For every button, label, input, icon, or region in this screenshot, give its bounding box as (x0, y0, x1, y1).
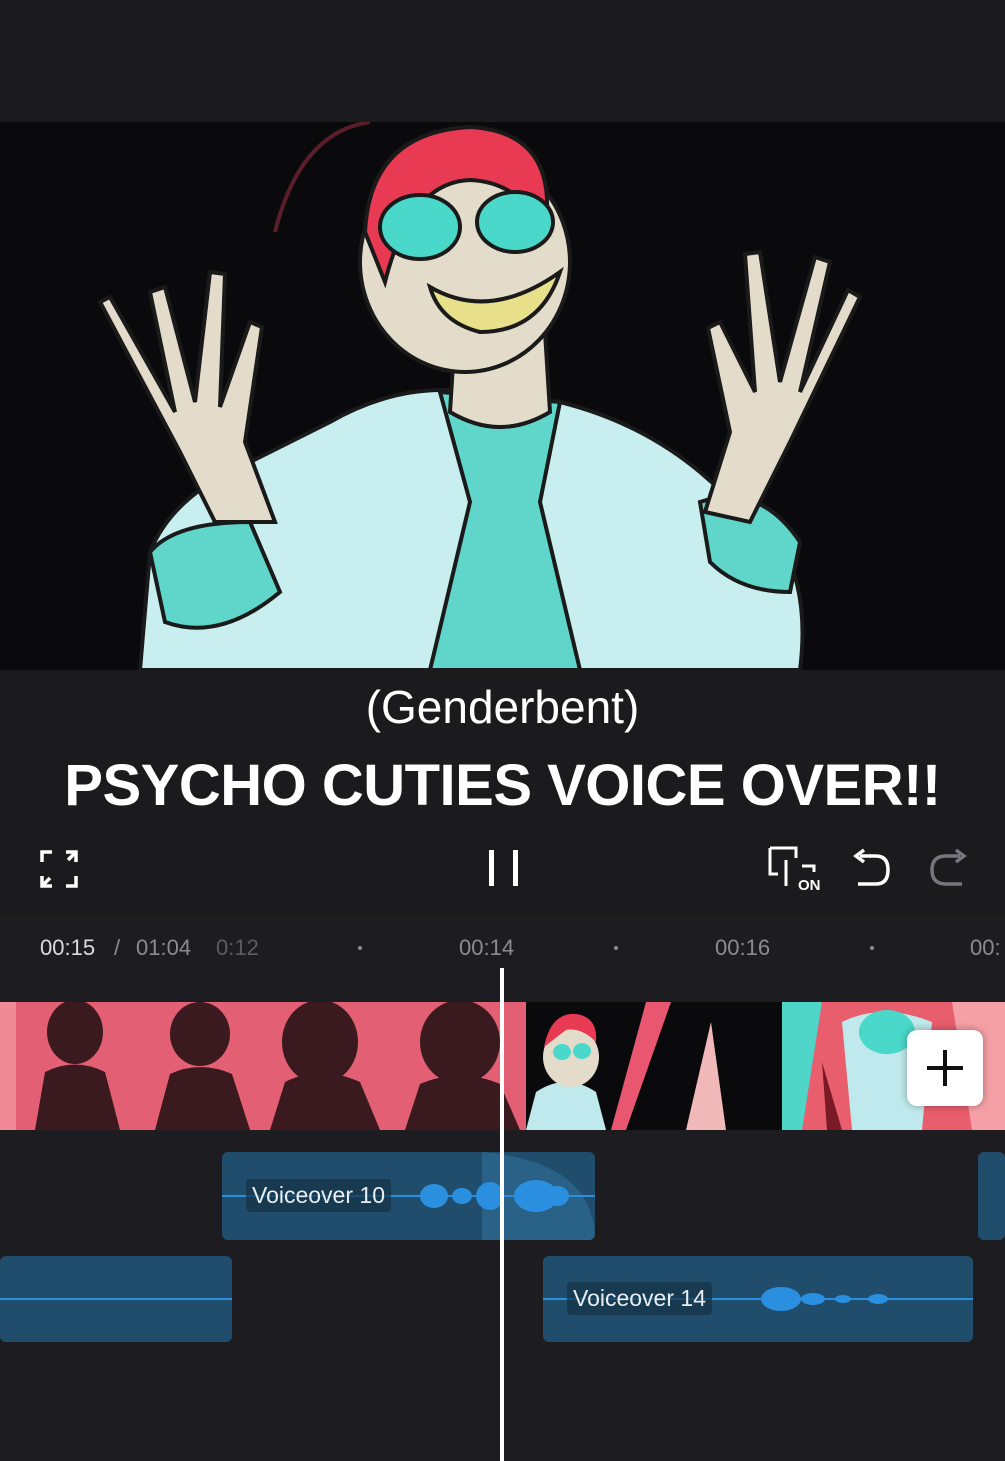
ruler-dot (358, 946, 362, 950)
playhead[interactable] (500, 968, 504, 1461)
audio-clip-label: Voiceover 14 (567, 1282, 712, 1315)
undo-icon[interactable] (852, 848, 892, 893)
ruler-dot (614, 946, 618, 950)
ruler-label: 00: (970, 935, 1001, 960)
ruler-dot (870, 946, 874, 950)
playback-controls: ON (0, 832, 1005, 917)
video-clip-pink[interactable] (0, 1002, 526, 1130)
audio-clip-label: Voiceover 10 (246, 1179, 391, 1212)
fullscreen-icon[interactable] (38, 848, 80, 895)
preview-frame-illustration (0, 122, 1005, 670)
time-separator: / (114, 935, 121, 960)
audio-clip-voiceover-14[interactable]: Voiceover 14 (543, 1256, 973, 1342)
total-time: 01:04 (136, 935, 192, 960)
ruler-label: 0:12 (216, 935, 259, 960)
keyframe-badge: ON (798, 877, 821, 894)
audio-clip-right-edge[interactable] (978, 1152, 1005, 1240)
ruler-label: 00:16 (715, 935, 771, 960)
video-preview[interactable] (0, 122, 1005, 670)
audio-clip-voiceover-10[interactable]: Voiceover 10 (222, 1152, 595, 1240)
caption-subtitle: (Genderbent) (365, 681, 640, 733)
top-bar (0, 0, 1005, 122)
audio-clip-left[interactable] (0, 1256, 232, 1342)
caption-title: PSYCHO CUTIES VOICE OVER!! (64, 753, 941, 818)
current-time: 00:15 (40, 935, 96, 960)
waveform (0, 1298, 232, 1300)
video-clip-character[interactable] (526, 1002, 782, 1130)
redo-icon[interactable] (928, 848, 968, 893)
plus-icon (927, 1050, 963, 1086)
add-clip-button[interactable] (907, 1030, 983, 1106)
pause-icon[interactable] (486, 848, 522, 893)
keyframe-on-icon[interactable]: ON (766, 844, 826, 899)
ruler-label: 00:14 (459, 935, 515, 960)
